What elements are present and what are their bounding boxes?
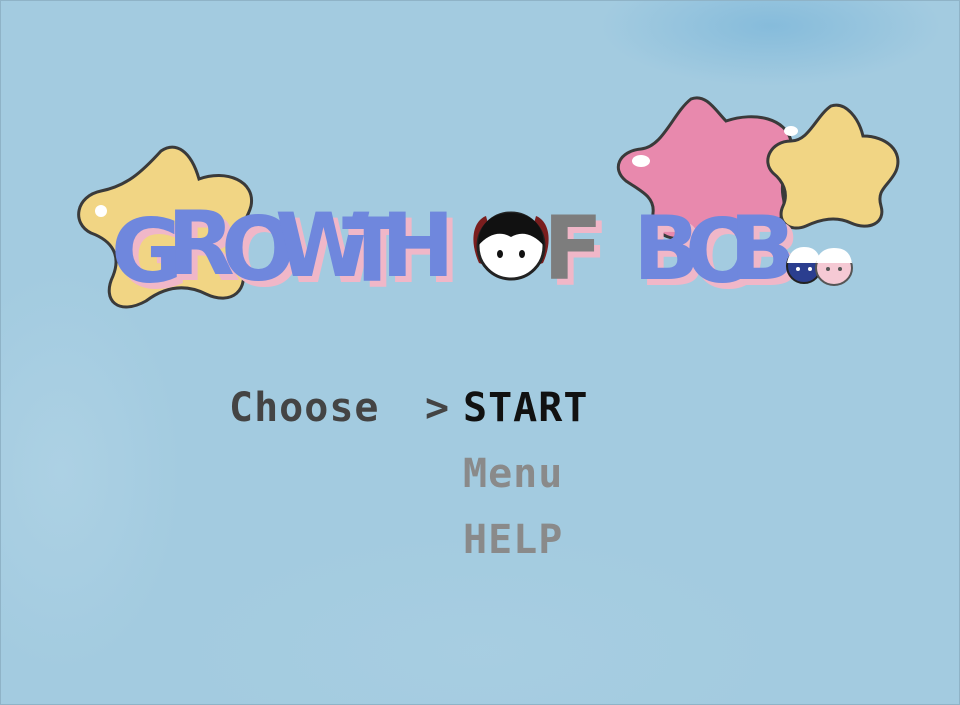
start-option[interactable]: START	[463, 388, 588, 428]
title-screen: G G R R O O W W T T H H F F B B O O B B …	[0, 0, 960, 705]
menu-option[interactable]: Menu	[463, 454, 563, 494]
title-letter-f: F	[543, 197, 603, 300]
help-option[interactable]: HELP	[463, 520, 563, 560]
choose-label: Choose	[229, 385, 380, 431]
bob-character-icon	[473, 211, 549, 281]
small-pink-character-icon	[815, 248, 853, 286]
game-logo: G G R R O O W W T T H H F F B B O O B B	[77, 96, 900, 309]
title-letter-h: H	[381, 194, 455, 297]
selection-cursor: >	[425, 385, 451, 431]
title-letter-b: B	[729, 197, 796, 300]
